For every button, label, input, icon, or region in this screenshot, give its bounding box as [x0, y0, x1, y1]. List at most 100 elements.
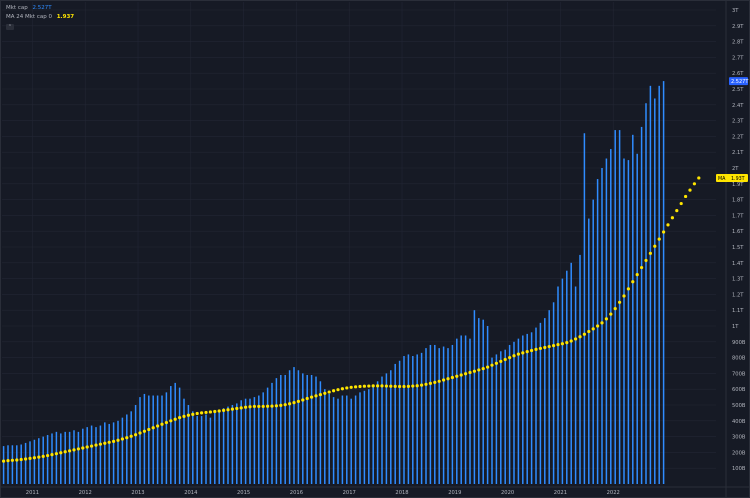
ma-dot: [112, 439, 116, 443]
ma-dot: [301, 398, 305, 402]
ma-dot: [63, 450, 67, 454]
ma-dot: [120, 437, 124, 441]
y-tick-label: 2.1T: [732, 150, 744, 156]
bar: [68, 431, 71, 484]
bar: [658, 85, 660, 484]
ma-dot: [248, 405, 252, 409]
ma-dot: [98, 442, 102, 446]
bar: [354, 395, 357, 484]
bar: [73, 430, 75, 484]
ma-dot: [270, 404, 274, 408]
ma-dot: [208, 410, 212, 414]
bar: [205, 414, 207, 484]
ma-dot: [261, 404, 265, 409]
bar: [77, 431, 80, 484]
ma-dot: [402, 384, 406, 389]
bar: [139, 397, 141, 484]
bar: [209, 417, 212, 484]
bar: [64, 431, 66, 484]
legend-series1-value: 2.527T: [32, 5, 52, 11]
ma-dot: [569, 339, 573, 343]
ma-dot: [72, 448, 76, 452]
bar: [508, 344, 511, 484]
bar: [82, 428, 84, 484]
chart-legend: Mkt cap 2.527T MA 24 Mkt cap 0 1.937 ⌃: [6, 4, 74, 32]
bar: [266, 387, 269, 484]
y-tick-label: 100B: [732, 466, 746, 472]
bar: [90, 425, 93, 484]
bar: [645, 103, 647, 484]
ma-dot: [556, 343, 560, 347]
bar: [517, 338, 520, 484]
ma-dot: [613, 307, 617, 311]
ma-dot: [81, 446, 85, 450]
bar: [530, 332, 533, 484]
ma-dot: [345, 386, 349, 390]
bar: [7, 445, 9, 484]
bar: [112, 422, 115, 484]
bar: [117, 420, 119, 484]
bar: [280, 374, 282, 484]
ma-dot: [244, 405, 248, 409]
ma-dot: [195, 411, 199, 416]
ma-dot: [32, 456, 37, 460]
bar: [486, 326, 489, 484]
bar: [328, 393, 330, 484]
y-tick-label: 300B: [732, 435, 746, 441]
bar: [16, 445, 18, 484]
ma-dot: [46, 453, 50, 458]
bar: [165, 392, 168, 484]
ma-dot: [543, 345, 547, 350]
ma-dot: [508, 356, 512, 360]
legend-row-ma[interactable]: MA 24 Mkt cap 0 1.937: [6, 13, 74, 22]
ma-dot: [670, 216, 675, 220]
bar: [2, 446, 5, 484]
y-tick-label: 500B: [732, 403, 746, 409]
ma-dot: [116, 438, 120, 442]
x-tick-label: 2017: [343, 490, 356, 496]
bar: [385, 373, 388, 484]
y-tick-label: 1.7T: [732, 213, 744, 219]
bar: [394, 363, 396, 484]
ma-dot: [1, 459, 6, 463]
ma-dot: [173, 417, 177, 421]
bar: [95, 427, 97, 484]
ma-dot: [516, 352, 521, 356]
y-tick-label: 2.5T: [732, 87, 744, 93]
ma-dot: [274, 404, 278, 408]
bar: [38, 438, 40, 484]
ma-dot: [142, 429, 146, 433]
ma-dot: [367, 384, 371, 388]
ma-dot: [279, 403, 283, 407]
x-axis[interactable]: 2011 2012 2013 2014 2015 2016 2017 2018 2019 2020…: [26, 490, 620, 496]
bar: [482, 319, 484, 484]
ma-dot: [76, 447, 80, 451]
x-tick-label: 2014: [184, 490, 198, 496]
ma-dot: [310, 395, 314, 399]
y-tick-label: 3T: [732, 8, 739, 14]
ma-dot: [354, 385, 358, 389]
bar: [293, 367, 295, 484]
x-tick-label: 2013: [131, 490, 144, 496]
ma-dot: [442, 378, 446, 382]
ma-dot: [547, 344, 551, 349]
ma-dot: [582, 332, 587, 336]
chevron-up-icon[interactable]: ⌃: [6, 24, 14, 30]
y-tick-label: 400B: [732, 419, 746, 425]
ma-dot: [19, 457, 23, 462]
bar: [627, 160, 630, 484]
ma-dot: [24, 457, 28, 461]
bar: [51, 433, 53, 484]
bar: [346, 395, 348, 484]
market-cap-chart[interactable]: 100B 200B 300B 400B 500B 600B 700B 800B 900B 1T 1.…: [0, 0, 750, 498]
bar: [236, 403, 238, 484]
x-tick-label: 2020: [501, 490, 514, 496]
bar: [332, 397, 335, 484]
legend-row-mkt-cap[interactable]: Mkt cap 2.527T: [6, 4, 74, 13]
ma-dot: [336, 388, 340, 392]
bar: [196, 416, 198, 484]
bar: [442, 346, 445, 484]
bar: [522, 335, 524, 484]
bar: [561, 278, 564, 484]
ma-dot: [182, 414, 186, 418]
